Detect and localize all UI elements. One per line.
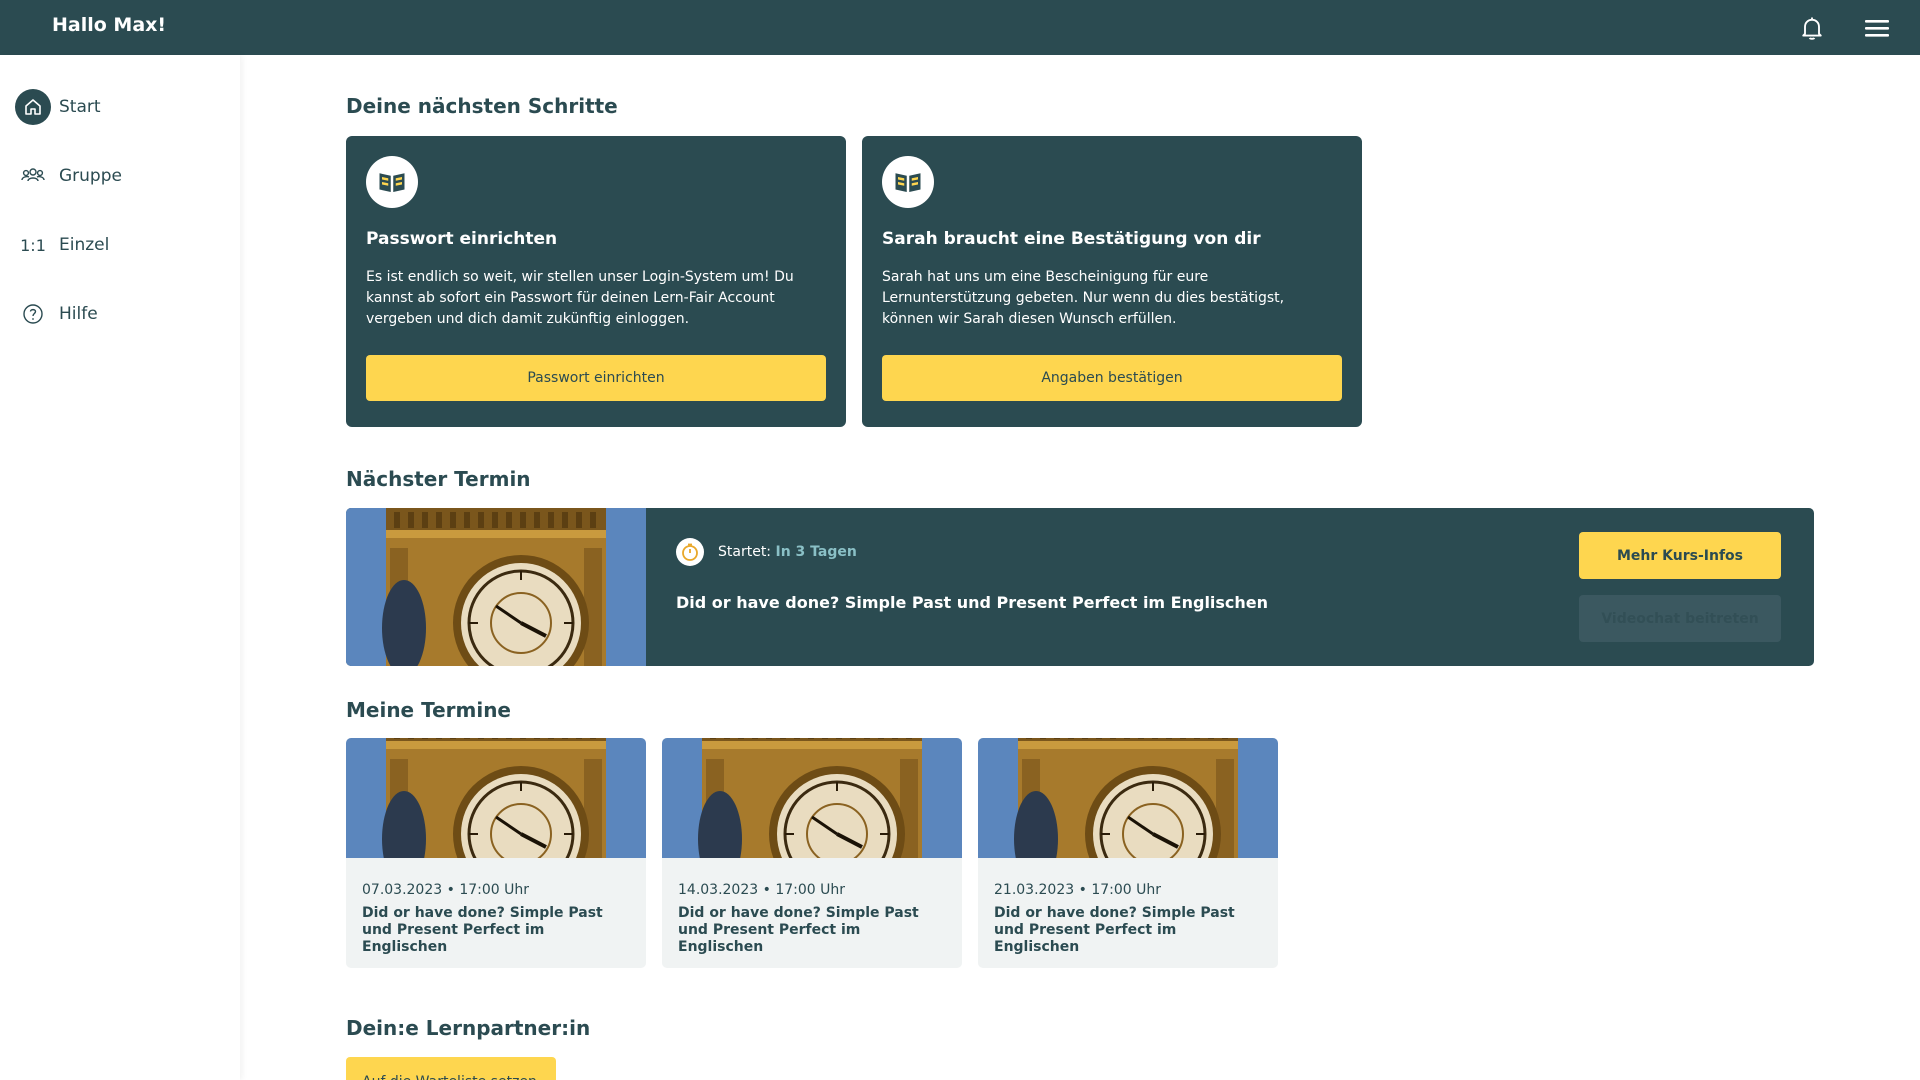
- sidebar-item-start[interactable]: Start: [15, 87, 225, 127]
- appointment-card[interactable]: 07.03.2023 • 17:00 Uhr Did or have done?…: [346, 738, 646, 968]
- sidebar-item-label: Hilfe: [59, 304, 98, 324]
- more-course-info-button[interactable]: Mehr Kurs-Infos: [1579, 532, 1781, 579]
- appointment-date: 21.03.2023 • 17:00 Uhr: [994, 882, 1161, 898]
- timer-icon: [676, 538, 704, 566]
- section-title-next-appointment: Nächster Termin: [346, 467, 531, 491]
- course-title: Did or have done? Simple Past und Presen…: [676, 593, 1269, 612]
- starts-when: In 3 Tagen: [775, 544, 857, 560]
- greeting-title: Hallo Max!: [52, 14, 167, 36]
- help-icon: [15, 296, 51, 332]
- sidebar-item-gruppe[interactable]: Gruppe: [15, 156, 225, 196]
- step-card-title: Sarah braucht eine Bestätigung von dir: [882, 229, 1261, 249]
- book-icon: [366, 156, 418, 208]
- next-course-card: Startet: In 3 Tagen Did or have done? Si…: [346, 508, 1814, 666]
- join-videochat-button: Videochat beitreten: [1579, 595, 1781, 642]
- step-card-description: Sarah hat uns um eine Bescheinigung für …: [882, 269, 1285, 327]
- appointment-card[interactable]: 14.03.2023 • 17:00 Uhr Did or have done?…: [662, 738, 962, 968]
- home-icon: [15, 89, 51, 125]
- appointment-date: 07.03.2023 • 17:00 Uhr: [362, 882, 529, 898]
- course-start-info: Startet: In 3 Tagen: [718, 544, 857, 560]
- appointment-image: [346, 738, 646, 858]
- step-card-confirmation: Sarah braucht eine Bestätigung von dir S…: [862, 136, 1362, 427]
- section-title-next-steps: Deine nächsten Schritte: [346, 94, 618, 118]
- sidebar-item-hilfe[interactable]: Hilfe: [15, 294, 225, 334]
- one-to-one-icon: 1:1: [15, 227, 51, 263]
- appointment-title: Did or have done? Simple Past und Presen…: [678, 905, 919, 955]
- step-card-title: Passwort einrichten: [366, 229, 558, 249]
- bell-icon[interactable]: [1798, 14, 1826, 42]
- appointment-image: [662, 738, 962, 858]
- appointment-date: 14.03.2023 • 17:00 Uhr: [678, 882, 845, 898]
- join-waitlist-button[interactable]: Auf die Warteliste setzen: [346, 1057, 556, 1080]
- appointment-card[interactable]: 21.03.2023 • 17:00 Uhr Did or have done?…: [978, 738, 1278, 968]
- section-title-my-appointments: Meine Termine: [346, 698, 511, 722]
- step-card-description: Es ist endlich so weit, wir stellen unse…: [366, 269, 794, 327]
- starts-label: Startet:: [718, 544, 772, 560]
- hamburger-menu-icon[interactable]: [1863, 16, 1891, 40]
- confirm-details-button[interactable]: Angaben bestätigen: [882, 355, 1342, 401]
- section-title-learning-partner: Dein:e Lernpartner:in: [346, 1016, 591, 1040]
- appointment-image: [978, 738, 1278, 858]
- sidebar-item-label: Start: [59, 97, 101, 117]
- top-bar: Hallo Max!: [0, 0, 1920, 55]
- one-to-one-icon-text: 1:1: [20, 235, 46, 255]
- step-card-password: Passwort einrichten Es ist endlich so we…: [346, 136, 846, 427]
- appointment-title: Did or have done? Simple Past und Presen…: [994, 905, 1235, 955]
- sidebar-item-label: Gruppe: [59, 166, 122, 186]
- appointment-title: Did or have done? Simple Past und Presen…: [362, 905, 603, 955]
- sidebar: Start Gruppe 1:1 Einzel Hilfe: [0, 55, 240, 1080]
- course-image: [346, 508, 646, 666]
- sidebar-item-label: Einzel: [59, 235, 110, 255]
- book-icon: [882, 156, 934, 208]
- set-password-button[interactable]: Passwort einrichten: [366, 355, 826, 401]
- group-icon: [15, 158, 51, 194]
- sidebar-item-einzel[interactable]: 1:1 Einzel: [15, 225, 225, 265]
